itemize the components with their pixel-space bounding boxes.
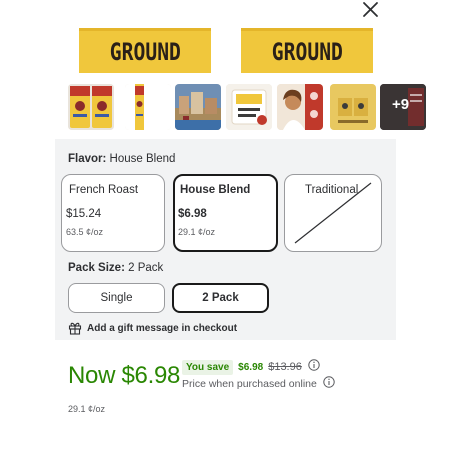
unavailable-strike-icon — [294, 182, 372, 244]
coffee-bag-left: GROUND — [79, 28, 211, 73]
gift-icon — [68, 322, 82, 335]
thumbnail-product-side[interactable] — [125, 84, 171, 130]
thumbnail-product-front-back[interactable] — [68, 84, 114, 130]
option-name: House Blend — [180, 184, 251, 196]
save-amount: $6.98 — [238, 361, 264, 373]
close-icon — [363, 2, 378, 17]
flavor-label: Flavor: House Blend — [68, 153, 176, 165]
option-unit-price: 29.1 ¢/oz — [178, 227, 216, 237]
original-price: $13.96 — [268, 361, 302, 373]
more-images-count: +9 — [392, 96, 410, 113]
info-icon[interactable] — [323, 375, 335, 393]
bag-label-right: GROUND — [271, 38, 343, 66]
thumbnail-bag-details[interactable] — [330, 84, 376, 130]
online-price-note-row: Price when purchased online — [182, 375, 335, 393]
bag-label-left: GROUND — [109, 38, 181, 66]
unit-price: 29.1 ¢/oz — [68, 404, 106, 414]
flavor-option-french-roast[interactable]: French Roast $15.24 63.5 ¢/oz — [61, 174, 165, 252]
pack-option-single[interactable]: Single — [68, 283, 165, 313]
pack-size-label: Pack Size: 2 Pack — [68, 262, 164, 274]
gift-message-link[interactable]: Add a gift message in checkout — [68, 321, 237, 335]
close-button[interactable] — [360, 0, 382, 20]
gift-message-text: Add a gift message in checkout — [87, 322, 238, 334]
hero-product-image: GROUND GROUND — [55, 20, 395, 80]
option-price: $15.24 — [66, 208, 102, 220]
info-icon[interactable] — [308, 358, 320, 376]
thumbnail-cafe-street[interactable] — [175, 84, 221, 130]
option-name: French Roast — [69, 184, 139, 196]
thumbnail-more-button[interactable]: +9 — [380, 84, 426, 130]
flavor-selected-value: House Blend — [109, 153, 176, 165]
thumbnail-sample-card[interactable] — [226, 84, 272, 130]
online-price-note: Price when purchased online — [182, 378, 317, 390]
pack-option-label: Single — [100, 292, 133, 304]
option-price: $6.98 — [178, 208, 207, 220]
variant-options-panel: Flavor: House Blend French Roast $15.24 … — [55, 139, 396, 340]
pack-option-2-pack[interactable]: 2 Pack — [172, 283, 269, 313]
option-unit-price: 63.5 ¢/oz — [66, 227, 104, 237]
current-price: Now $6.98 — [68, 362, 181, 389]
savings-row: You save $6.98 $13.96 — [182, 359, 320, 375]
flavor-option-house-blend[interactable]: House Blend $6.98 29.1 ¢/oz — [173, 174, 278, 252]
pack-size-selected-value: 2 Pack — [128, 262, 164, 274]
coffee-bag-right: GROUND — [241, 28, 373, 73]
flavor-option-traditional[interactable]: Traditional — [284, 174, 382, 252]
thumbnail-arabica-lifestyle[interactable] — [277, 84, 323, 130]
pack-option-label: 2 Pack — [202, 292, 239, 304]
you-save-badge: You save — [182, 359, 234, 375]
